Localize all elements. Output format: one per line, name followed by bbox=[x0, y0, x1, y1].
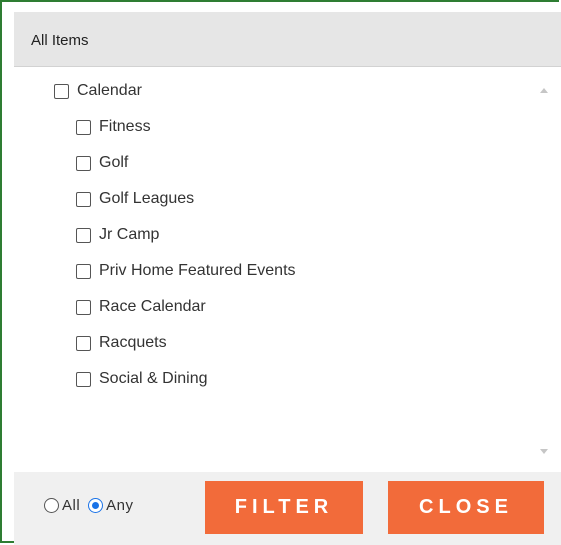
tree-item-fitness[interactable]: Fitness bbox=[76, 116, 151, 138]
golf-leagues-checkbox[interactable] bbox=[76, 191, 91, 207]
social-dining-checkbox[interactable] bbox=[76, 371, 91, 387]
match-all-radio[interactable] bbox=[44, 498, 59, 513]
tree-item-label: Golf Leagues bbox=[99, 190, 195, 207]
tree-item-label: Race Calendar bbox=[99, 298, 206, 315]
header-bar: All Items bbox=[14, 12, 561, 67]
tree-item-label: Jr Camp bbox=[99, 226, 160, 243]
tree-item-race-calendar[interactable]: Race Calendar bbox=[76, 296, 206, 318]
tree-item-golf-leagues[interactable]: Golf Leagues bbox=[76, 188, 194, 210]
tree-item-calendar[interactable]: Calendar bbox=[54, 80, 142, 102]
calendar-checkbox[interactable] bbox=[54, 83, 69, 99]
tree-item-label: Social & Dining bbox=[99, 370, 208, 387]
header-title: All Items bbox=[31, 32, 89, 49]
fitness-checkbox[interactable] bbox=[76, 119, 91, 135]
filter-dialog: All Items Calendar Fitness Golf Golf Lea… bbox=[0, 0, 561, 545]
match-mode-group: All Any bbox=[44, 497, 142, 514]
race-calendar-checkbox[interactable] bbox=[76, 299, 91, 315]
tree-item-golf[interactable]: Golf bbox=[76, 152, 128, 174]
item-list: Calendar Fitness Golf Golf Leagues Jr Ca… bbox=[14, 67, 561, 472]
tree-item-racquets[interactable]: Racquets bbox=[76, 332, 167, 354]
tree-item-label: Calendar bbox=[77, 82, 142, 99]
dialog-footer: All Any FILTER CLOSE bbox=[14, 472, 561, 545]
tree-item-jr-camp[interactable]: Jr Camp bbox=[76, 224, 159, 246]
vertical-scrollbar[interactable] bbox=[536, 75, 554, 467]
tree-item-label: Priv Home Featured Events bbox=[99, 262, 296, 279]
golf-checkbox[interactable] bbox=[76, 155, 91, 171]
scroll-up-arrow-icon[interactable] bbox=[540, 88, 548, 93]
match-all-label[interactable]: All bbox=[62, 497, 80, 514]
tree-item-label: Golf bbox=[99, 154, 129, 171]
tree-item-label: Racquets bbox=[99, 334, 167, 351]
tree-item-label: Fitness bbox=[99, 118, 151, 135]
tree-item-priv-home-featured-events[interactable]: Priv Home Featured Events bbox=[76, 260, 296, 282]
close-button[interactable]: CLOSE bbox=[388, 481, 544, 534]
racquets-checkbox[interactable] bbox=[76, 335, 91, 351]
match-any-label[interactable]: Any bbox=[106, 497, 133, 514]
tree-item-social-dining[interactable]: Social & Dining bbox=[76, 368, 208, 390]
category-tree: Calendar Fitness Golf Golf Leagues Jr Ca… bbox=[14, 67, 524, 472]
match-any-radio[interactable] bbox=[88, 498, 104, 513]
scroll-down-arrow-icon[interactable] bbox=[540, 449, 548, 454]
jr-camp-checkbox[interactable] bbox=[76, 227, 91, 243]
filter-button[interactable]: FILTER bbox=[205, 481, 363, 534]
priv-home-featured-events-checkbox[interactable] bbox=[76, 263, 91, 279]
